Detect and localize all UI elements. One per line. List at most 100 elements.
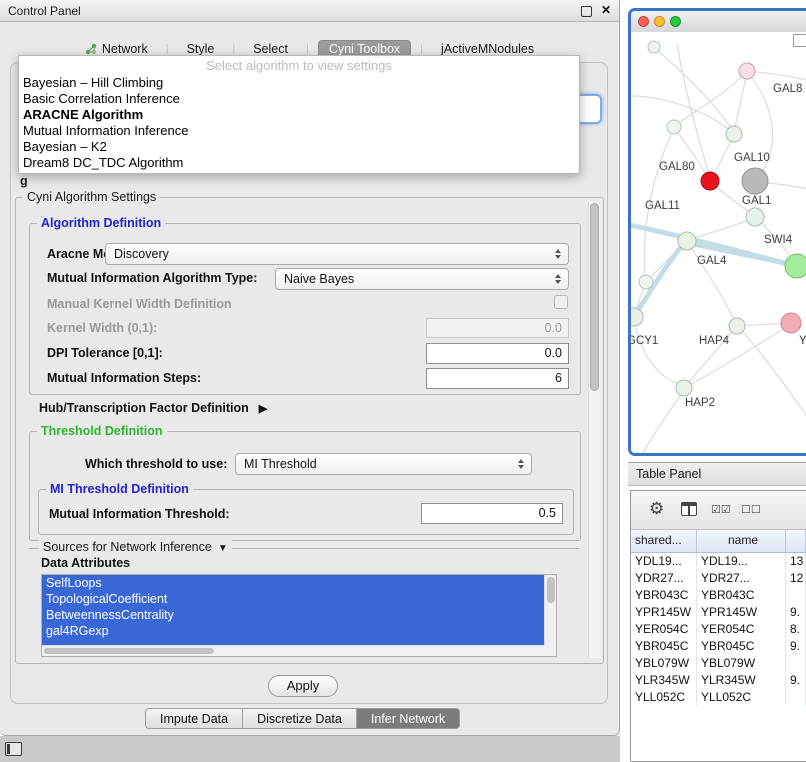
close-icon[interactable]: ✕	[601, 3, 611, 17]
aracne-mode-select[interactable]: Discovery	[105, 243, 569, 265]
network-node[interactable]	[667, 120, 681, 134]
network-node[interactable]	[742, 168, 768, 194]
threshold-definition-group: Threshold Definition Which threshold to …	[29, 431, 581, 541]
network-canvas[interactable]: GAL8GAL80GAL10GAL11GAL1SWI4GAL4GCY1HAP4Y…	[631, 32, 806, 453]
table-cell: YDL19...	[697, 553, 786, 570]
algorithm-option[interactable]: Bayesian – Hill Climbing	[19, 75, 579, 91]
panel-title: Control Panel	[8, 0, 81, 22]
manual-kernel-checkbox[interactable]	[554, 295, 568, 309]
bottom-tab-infer-network[interactable]: Infer Network	[357, 708, 460, 729]
column-header[interactable]: shared...	[631, 530, 697, 552]
mi-steps-input[interactable]: 6	[426, 368, 569, 389]
bottom-tab-discretize-data[interactable]: Discretize Data	[243, 708, 357, 729]
column-header[interactable]	[786, 530, 806, 552]
columns-icon[interactable]	[681, 502, 697, 516]
control-panel: Control Panel ✕ Network|Style|Select|Cyn…	[0, 0, 620, 736]
settings-scrollbar[interactable]	[588, 201, 601, 658]
table-cell: YLR345W	[631, 672, 697, 689]
attribute-item[interactable]: BetweennessCentrality	[42, 607, 545, 623]
table-cell	[786, 655, 806, 672]
gear-icon[interactable]: ⚙	[649, 499, 664, 519]
network-node[interactable]	[729, 318, 745, 334]
algorithm-option[interactable]: Mutual Information Inference	[19, 123, 579, 139]
expanded-arrow-icon[interactable]: ▼	[218, 543, 228, 554]
table-row[interactable]: YLL052CYLL052C	[631, 689, 806, 706]
sources-section-header[interactable]: Sources for Network Inference▼	[39, 540, 232, 554]
network-node[interactable]	[648, 41, 660, 53]
hub-definition-section[interactable]: Hub/Transcription Factor Definition▶	[39, 401, 267, 415]
kernel-width-label: Kernel Width (0,1):	[47, 321, 157, 335]
algorithm-definition-title: Algorithm Definition	[37, 216, 165, 230]
collapsed-arrow-icon[interactable]: ▶	[259, 403, 267, 415]
network-node[interactable]	[631, 308, 643, 326]
algorithm-option[interactable]: Bayesian – K2	[19, 139, 579, 155]
mi-threshold-input[interactable]: 0.5	[421, 503, 563, 524]
network-node[interactable]	[676, 380, 692, 396]
which-threshold-value: MI Threshold	[244, 454, 317, 474]
window-minimize-button[interactable]	[654, 16, 665, 27]
table-row[interactable]: YDL19...YDL19...13	[631, 553, 806, 570]
network-view-window[interactable]: GAL8GAL80GAL10GAL11GAL1SWI4GAL4GCY1HAP4Y…	[628, 8, 806, 456]
column-header[interactable]: name	[697, 530, 786, 552]
network-node[interactable]	[781, 313, 801, 333]
canvas-corner-box[interactable]	[793, 34, 806, 47]
dpi-tolerance-label: DPI Tolerance [0,1]:	[47, 346, 163, 360]
table-row[interactable]: YBR043CYBR043C	[631, 587, 806, 604]
apply-button[interactable]: Apply	[268, 675, 338, 697]
network-node[interactable]	[785, 254, 806, 278]
network-node[interactable]	[746, 208, 764, 226]
bottom-tab-impute-data[interactable]: Impute Data	[145, 708, 243, 729]
table-cell: 9.	[786, 604, 806, 621]
kernel-width-input[interactable]: 0.0	[426, 318, 569, 338]
network-node[interactable]	[739, 63, 755, 79]
network-edge	[691, 218, 755, 239]
table-row[interactable]: YPR145WYPR145W9.	[631, 604, 806, 621]
window-zoom-button[interactable]	[670, 16, 681, 27]
window-close-button[interactable]	[638, 16, 649, 27]
network-node[interactable]	[701, 172, 719, 190]
table-row[interactable]: YBR045CYBR045C9.	[631, 638, 806, 655]
algorithm-dropdown-list: Bayesian – Hill ClimbingBasic Correlatio…	[19, 75, 579, 171]
table-cell: 9.	[786, 672, 806, 689]
table-row[interactable]: YER054CYER054C8.	[631, 621, 806, 638]
attribute-item[interactable]: gal4RGexp	[42, 623, 545, 639]
table-row[interactable]: YLR345WYLR345W9.	[631, 672, 806, 689]
mi-type-select[interactable]: Naive Bayes	[275, 268, 569, 290]
attribute-item[interactable]: SelfLoops	[42, 575, 545, 591]
select-all-checks-icon[interactable]: ☑☑	[711, 503, 731, 516]
network-node-label: HAP4	[699, 335, 730, 347]
float-window-icon[interactable]	[581, 6, 592, 17]
network-graph: GAL8GAL80GAL10GAL11GAL1SWI4GAL4GCY1HAP4Y…	[631, 32, 806, 453]
mi-type-label: Mutual Information Algorithm Type:	[47, 271, 257, 285]
threshold-definition-title: Threshold Definition	[37, 424, 167, 438]
table-body: YDL19...YDL19...13YDR27...YDR27...12YBR0…	[631, 553, 806, 706]
attribute-item[interactable]: TopologicalCoefficient	[42, 591, 545, 607]
network-node[interactable]	[678, 232, 696, 250]
settings-scrollbar-thumb[interactable]	[590, 203, 599, 391]
panel-restore-icon[interactable]	[5, 742, 22, 756]
dpi-tolerance-input[interactable]: 0.0	[426, 343, 569, 364]
algorithm-option[interactable]: Basic Correlation Inference	[19, 91, 579, 107]
list-vertical-thumb[interactable]	[547, 577, 555, 603]
network-node[interactable]	[639, 275, 653, 289]
list-vertical-scrollbar[interactable]	[544, 575, 556, 656]
list-horizontal-scrollbar[interactable]	[42, 645, 545, 656]
algorithm-option[interactable]: ARACNE Algorithm	[19, 107, 579, 123]
table-cell: YBR043C	[631, 587, 697, 604]
list-horizontal-thumb[interactable]	[44, 648, 214, 654]
network-node-label: GAL80	[659, 161, 695, 173]
network-edge	[738, 323, 788, 326]
combo-stepper-icon	[551, 247, 564, 261]
dpi-tolerance-value: 0.0	[545, 344, 562, 363]
data-attributes-listbox[interactable]: SelfLoopsTopologicalCoefficientBetweenne…	[41, 574, 557, 657]
which-threshold-select[interactable]: MI Threshold	[235, 453, 532, 475]
network-node-label: GAL10	[734, 152, 770, 164]
data-attributes-list: SelfLoopsTopologicalCoefficientBetweenne…	[42, 575, 556, 655]
table-row[interactable]: YDR27...YDR27...12	[631, 570, 806, 587]
network-node[interactable]	[726, 126, 742, 142]
deselect-all-checks-icon[interactable]: ☐☐	[741, 503, 761, 516]
algorithm-option[interactable]: Dream8 DC_TDC Algorithm	[19, 155, 579, 171]
table-cell: YBR045C	[631, 638, 697, 655]
table-row[interactable]: YBL079WYBL079W	[631, 655, 806, 672]
table-cell: YDR27...	[697, 570, 786, 587]
